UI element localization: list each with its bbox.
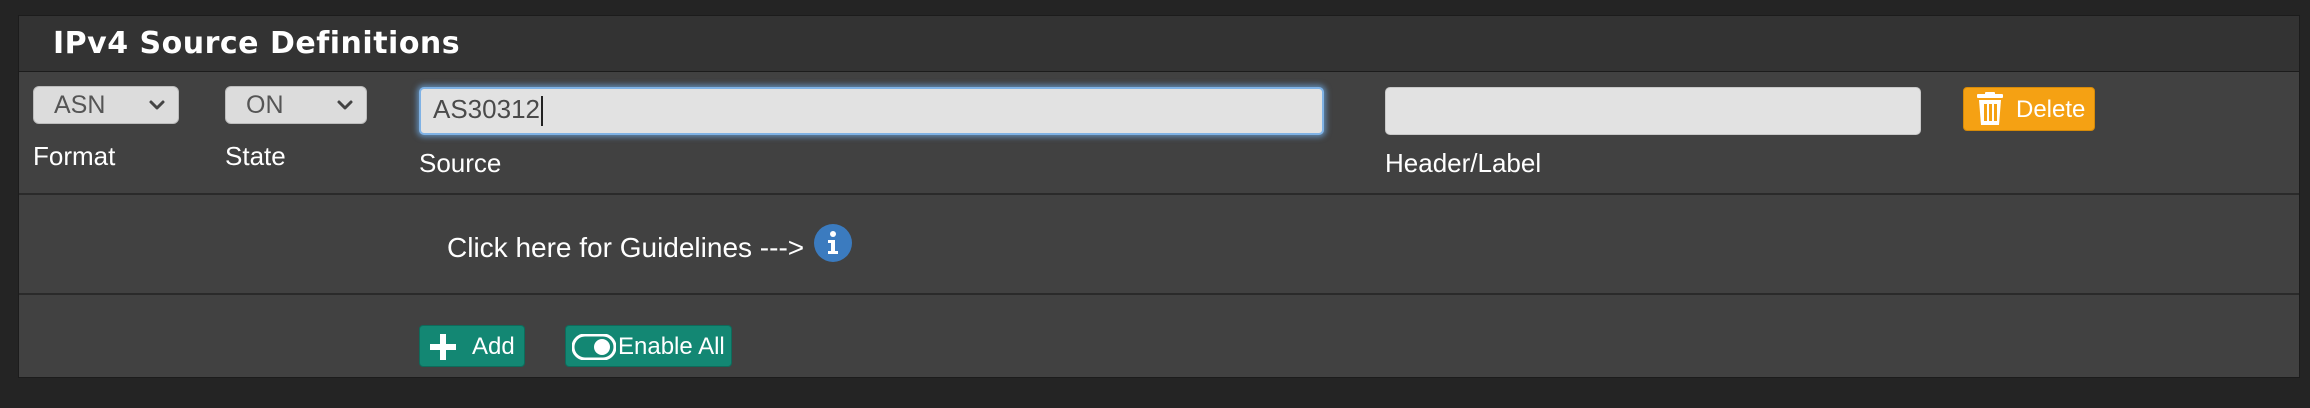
trash-icon (1977, 92, 2003, 125)
row-divider (19, 293, 2299, 295)
text-caret (540, 96, 543, 127)
row-divider (19, 193, 2299, 195)
enable-all-button-label: Enable All (618, 333, 725, 360)
plus-icon (430, 334, 456, 360)
panel-heading: IPv4 Source Definitions (19, 16, 2299, 72)
state-label: State (225, 141, 286, 171)
ipv4-source-definitions-panel: IPv4 Source Definitions ASN Format ON St… (18, 15, 2300, 378)
info-circle-icon[interactable] (813, 223, 853, 263)
source-input[interactable]: AS30312 (419, 87, 1324, 135)
add-button-label: Add (472, 333, 515, 360)
state-select-value: ON (246, 91, 284, 119)
header-label-label: Header/Label (1385, 148, 1542, 178)
delete-button[interactable]: Delete (1963, 87, 2095, 131)
toggle-on-icon (572, 334, 616, 360)
format-label: Format (33, 141, 116, 171)
enable-all-button[interactable]: Enable All (565, 325, 732, 367)
delete-button-label: Delete (2016, 96, 2086, 123)
chevron-down-icon (149, 100, 165, 110)
source-label: Source (419, 148, 502, 178)
format-select[interactable]: ASN (33, 86, 179, 124)
guidelines-link[interactable]: Click here for Guidelines ---> (447, 232, 804, 264)
format-select-value: ASN (54, 91, 106, 119)
header-label-input[interactable] (1385, 87, 1921, 135)
panel-title: IPv4 Source Definitions (53, 26, 461, 61)
state-select[interactable]: ON (225, 86, 367, 124)
chevron-down-icon (337, 100, 353, 110)
source-input-value: AS30312 (433, 94, 540, 124)
add-button[interactable]: Add (419, 325, 525, 367)
